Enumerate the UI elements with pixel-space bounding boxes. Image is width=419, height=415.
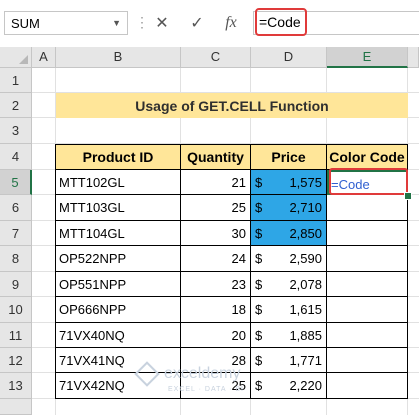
price-value: 1,575 — [289, 174, 322, 190]
currency-symbol: $ — [255, 352, 263, 368]
row-header-14[interactable] — [0, 399, 32, 415]
row-header-13[interactable]: 13 — [0, 373, 32, 399]
currency-symbol: $ — [255, 302, 263, 317]
cell-price[interactable]: $1,771 — [251, 348, 327, 373]
cell-color-code[interactable] — [327, 323, 408, 348]
cell-price[interactable]: $2,220 — [251, 373, 327, 399]
cell-quantity[interactable]: 20 — [181, 323, 251, 348]
fill-handle[interactable] — [404, 192, 412, 200]
price-value: 2,850 — [289, 225, 322, 241]
cell-product-id[interactable]: MTT103GL — [56, 195, 181, 221]
row-header-2[interactable]: 2 — [0, 93, 32, 118]
cell-product-id[interactable]: OP522NPP — [56, 246, 181, 272]
row-header-9[interactable]: 9 — [0, 272, 32, 297]
worksheet-grid[interactable]: A B C D E 1 2 3 4 5 6 7 8 9 10 11 12 13 … — [0, 47, 419, 415]
chevron-down-icon[interactable]: ▼ — [112, 18, 121, 28]
sheet-title[interactable]: Usage of GET.CELL Function — [56, 93, 408, 118]
price-value: 2,078 — [289, 276, 322, 292]
watermark-tagline: EXCEL · DATA · BI — [168, 386, 244, 393]
cell-price[interactable]: $2,850 — [251, 221, 327, 246]
currency-symbol: $ — [255, 327, 263, 343]
row-header-4[interactable]: 4 — [0, 144, 32, 170]
select-all-icon — [19, 55, 28, 64]
row-header-7[interactable]: 7 — [0, 221, 32, 246]
watermark-name: exceldemy — [164, 365, 241, 382]
cell-color-code[interactable] — [327, 373, 408, 399]
cell-color-code[interactable] — [327, 246, 408, 272]
exceldemy-logo-icon — [134, 361, 160, 387]
cell-color-code[interactable] — [327, 272, 408, 297]
currency-symbol: $ — [255, 276, 263, 292]
cell-product-id[interactable]: MTT102GL — [56, 170, 181, 195]
cell-price[interactable]: $1,615 — [251, 297, 327, 323]
header-quantity[interactable]: Quantity — [181, 145, 251, 170]
cell-price[interactable]: $1,885 — [251, 323, 327, 348]
price-value: 1,615 — [289, 302, 322, 317]
row-header-11[interactable]: 11 — [0, 323, 32, 348]
formula-callout-box — [255, 8, 307, 36]
cell-price[interactable]: $2,710 — [251, 195, 327, 221]
header-price[interactable]: Price — [251, 145, 327, 170]
row-header-12[interactable]: 12 — [0, 348, 32, 373]
price-value: 2,710 — [289, 200, 322, 215]
column-header-b[interactable]: B — [56, 47, 181, 68]
cancel-formula-button[interactable]: ✕ — [150, 11, 174, 35]
name-box-value: SUM — [11, 16, 40, 31]
cell-product-id[interactable]: OP551NPP — [56, 272, 181, 297]
cell-quantity[interactable]: 30 — [181, 221, 251, 246]
column-header-c[interactable]: C — [181, 47, 251, 68]
cell-color-code[interactable] — [327, 348, 408, 373]
row-header-5[interactable]: 5 — [0, 170, 32, 195]
currency-symbol: $ — [255, 174, 263, 190]
cell-quantity[interactable]: 25 — [181, 195, 251, 221]
row-header-10[interactable]: 10 — [0, 297, 32, 323]
price-value: 1,885 — [289, 327, 322, 343]
name-box[interactable]: SUM ▼ — [4, 11, 128, 35]
cell-color-code[interactable] — [327, 221, 408, 246]
cell-quantity[interactable]: 21 — [181, 170, 251, 195]
close-icon: ✕ — [155, 15, 169, 32]
header-color-code[interactable]: Color Code — [327, 145, 408, 170]
cell-color-code[interactable] — [327, 195, 408, 221]
row-header-1[interactable]: 1 — [0, 68, 32, 93]
cell-color-code[interactable] — [327, 297, 408, 323]
cell-product-id[interactable]: OP666NPP — [56, 297, 181, 323]
column-header-d[interactable]: D — [251, 47, 327, 68]
cell-product-id[interactable]: MTT104GL — [56, 221, 181, 246]
column-header-f[interactable] — [408, 47, 419, 68]
active-cell-editing-text[interactable]: =Code — [331, 177, 370, 192]
insert-function-button[interactable]: fx — [219, 11, 243, 35]
currency-symbol: $ — [255, 225, 263, 241]
cell-price[interactable]: $2,078 — [251, 272, 327, 297]
cell-product-id[interactable]: 71VX40NQ — [56, 323, 181, 348]
currency-symbol: $ — [255, 200, 263, 215]
drag-handle-icon[interactable]: ⋮ — [135, 14, 149, 31]
column-header-e[interactable]: E — [327, 47, 408, 68]
column-header-a[interactable]: A — [32, 47, 56, 68]
cell-quantity[interactable]: 24 — [181, 246, 251, 272]
enter-formula-button[interactable]: ✓ — [185, 11, 209, 35]
currency-symbol: $ — [255, 378, 263, 393]
currency-symbol: $ — [255, 251, 263, 266]
header-product-id[interactable]: Product ID — [56, 145, 181, 170]
formula-bar: SUM ▼ ⋮ ✕ ✓ fx =Code — [0, 0, 419, 46]
row-header-6[interactable]: 6 — [0, 195, 32, 221]
check-icon: ✓ — [190, 15, 204, 32]
row-header-8[interactable]: 8 — [0, 246, 32, 272]
row-header-3[interactable]: 3 — [0, 118, 32, 144]
fx-icon: fx — [225, 14, 237, 31]
cell-quantity[interactable]: 18 — [181, 297, 251, 323]
watermark: exceldemy — [134, 361, 241, 387]
price-value: 2,220 — [289, 378, 322, 393]
cell-price[interactable]: $1,575 — [251, 170, 327, 195]
price-value: 1,771 — [289, 352, 322, 368]
price-value: 2,590 — [289, 251, 322, 266]
cell-price[interactable]: $2,590 — [251, 246, 327, 272]
cell-quantity[interactable]: 23 — [181, 272, 251, 297]
select-all-corner[interactable] — [0, 47, 32, 68]
